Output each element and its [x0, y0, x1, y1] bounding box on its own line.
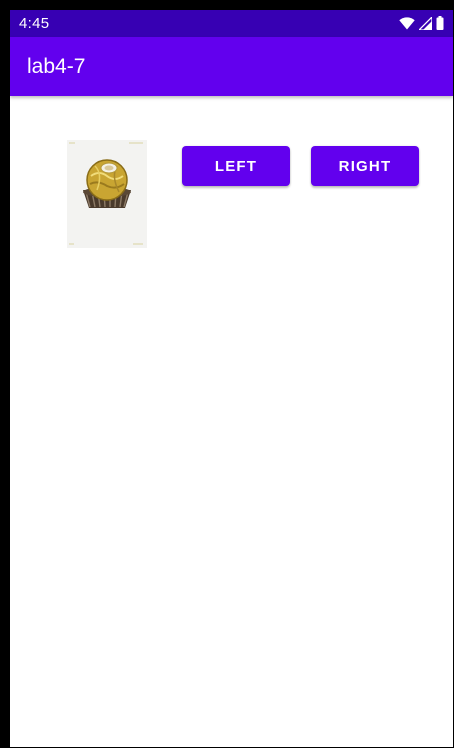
battery-icon	[436, 16, 444, 30]
chocolate-image	[67, 140, 147, 248]
left-button[interactable]: LEFT	[182, 146, 290, 186]
app-toolbar: lab4-7	[10, 37, 453, 96]
status-time: 4:45	[19, 15, 50, 32]
status-bar: 4:45	[10, 10, 453, 37]
app-title: lab4-7	[27, 55, 86, 78]
device-frame: 4:45 lab4-7 LEFT RIGHT	[0, 0, 454, 748]
status-icons	[399, 15, 444, 31]
app-screen: 4:45 lab4-7 LEFT RIGHT	[10, 10, 453, 747]
wifi-icon	[399, 16, 415, 30]
right-button[interactable]: RIGHT	[311, 146, 419, 186]
signal-icon	[419, 16, 432, 30]
